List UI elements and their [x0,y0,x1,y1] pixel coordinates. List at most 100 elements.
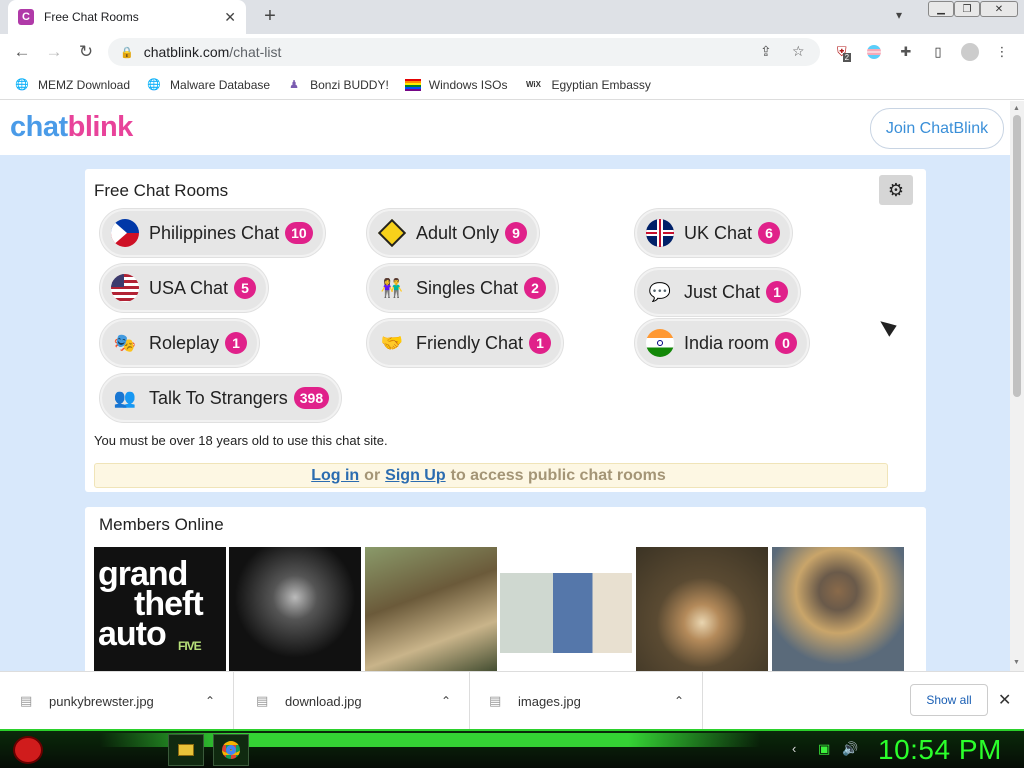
url-host: chatblink.com [143,44,230,60]
speech-bubbles-icon: 💬 [648,281,672,302]
member-avatar-gta[interactable]: grand theft auto FIVE [94,547,226,671]
tray-battery-icon[interactable]: ▣ [818,741,830,757]
restore-button[interactable]: ❐ [954,1,980,17]
image-file-icon: ▤ [489,693,502,708]
join-chatblink-button[interactable]: Join ChatBlink [870,108,1004,149]
tab-title: Free Chat Rooms [44,10,139,24]
os-taskbar: ‹ ▣ 🔊 10:54 PM [0,729,1024,768]
room-roleplay[interactable]: 🎭 Roleplay 1 [100,319,260,367]
logo-part-chat: chat [10,111,68,143]
globe-icon: 🌐 [147,79,161,91]
bookmark-malware-database[interactable]: 🌐 Malware Database [146,77,270,93]
room-philippines-chat[interactable]: Philippines Chat 10 [100,209,325,257]
room-name: UK Chat [684,222,753,243]
room-uk-chat[interactable]: UK Chat 6 [635,209,793,257]
address-bar[interactable]: 🔒 chatblink.com/chat-list ⇪ ☆ [108,38,820,66]
download-item[interactable]: ▤ download.jpg ⌃ [236,672,470,730]
bookmark-label: Windows ISOs [428,77,508,92]
shield-extension-icon[interactable]: ⛨ 2 [834,42,854,62]
close-window-button[interactable]: ✕ [980,1,1018,17]
scroll-down-icon[interactable]: ▼ [1013,659,1020,666]
bookmark-egyptian-embassy[interactable]: WiX Egyptian Embassy [523,77,651,93]
tray-volume-icon[interactable]: 🔊 [842,741,858,757]
forward-icon[interactable]: → [44,42,64,62]
room-talk-to-strangers[interactable]: 👥 Talk To Strangers 398 [100,374,342,422]
member-avatar-cat[interactable] [636,547,768,671]
tab-strip: C Free Chat Rooms ✕ + ▾ ▁ ❐ ✕ [0,0,1024,34]
bookmark-label: Malware Database [170,77,271,92]
room-india-room[interactable]: India room 0 [635,319,810,367]
download-item[interactable]: ▤ punkybrewster.jpg ⌃ [0,672,234,730]
access-text: to access public chat rooms [450,466,666,484]
bonzi-icon: ♟ [289,79,300,91]
reload-icon[interactable]: ↻ [76,42,96,62]
settings-gear-button[interactable]: ⚙ [879,175,913,205]
room-name: India room [684,332,770,353]
close-tab-icon[interactable]: ✕ [224,9,236,26]
gta-logo-five: FIVE [178,639,202,653]
profile-avatar-icon[interactable] [960,42,980,62]
room-count-badge: 1 [529,332,552,354]
download-item[interactable]: ▤ images.jpg ⌃ [469,672,703,730]
room-count-badge: 9 [505,222,528,244]
room-singles-chat[interactable]: 👫 Singles Chat 2 [367,264,559,312]
extension-badge: 2 [842,52,852,62]
member-avatar-man-striped-shirt[interactable] [500,573,632,653]
signup-link[interactable]: Sign Up [385,467,445,485]
browser-toolbar: ← → ↻ 🔒 chatblink.com/chat-list ⇪ ☆ ⛨ 2 ✚… [0,34,1024,70]
minimize-button[interactable]: ▁ [928,1,954,17]
bookmark-bonzi-buddy[interactable]: ♟ Bonzi BUDDY! [286,77,389,93]
site-header: chatblink Join ChatBlink [0,101,1010,155]
share-icon[interactable]: ⇪ [760,43,772,60]
tray-chevron-icon[interactable]: ‹ [792,741,796,756]
gta-logo-line3: auto [98,615,167,653]
india-flag-icon [646,329,674,357]
new-tab-button[interactable]: + [258,4,282,28]
close-downloads-icon[interactable]: ✕ [998,690,1011,710]
member-avatar-window-view[interactable] [365,547,497,671]
bookmark-star-icon[interactable]: ☆ [792,43,805,60]
chevron-up-icon[interactable]: ⌃ [674,694,684,708]
room-name: USA Chat [149,277,229,298]
back-icon[interactable]: ← [12,42,32,62]
show-all-button[interactable]: Show all [910,684,988,716]
browser-tab[interactable]: C Free Chat Rooms ✕ [8,0,246,34]
download-filename: images.jpg [518,693,581,709]
room-name: Adult Only [416,222,500,243]
rainbow-flag-icon [404,77,421,93]
member-avatar-man-portrait[interactable] [772,547,904,671]
start-angry-bird-icon[interactable] [8,731,48,768]
file-explorer-icon[interactable] [168,734,204,766]
page-scrollbar[interactable]: ▲ ▼ [1010,101,1024,671]
member-avatar-dark-figure[interactable] [229,547,361,671]
room-name: Singles Chat [416,277,519,298]
puzzle-extensions-icon[interactable]: ✚ [896,42,916,62]
room-usa-chat[interactable]: USA Chat 5 [100,264,269,312]
chevron-up-icon[interactable]: ⌃ [441,694,451,708]
mask-icon: 🎭 [113,332,137,353]
room-friendly-chat[interactable]: 🤝 Friendly Chat 1 [367,319,564,367]
bookmark-windows-isos[interactable]: Windows ISOs [404,77,508,93]
room-just-chat[interactable]: 💬 Just Chat 1 [635,268,801,316]
scrollbar-thumb[interactable] [1013,115,1021,397]
room-count-badge: 2 [524,277,547,299]
login-link[interactable]: Log in [311,467,359,485]
bookmark-label: Egyptian Embassy [551,77,651,92]
side-panel-icon[interactable]: ▯ [928,42,948,62]
philippines-flag-icon [111,219,139,247]
menu-kebab-icon[interactable]: ⋮ [992,42,1012,62]
taskbar-clock[interactable]: 10:54 PM [878,734,1002,766]
room-count-badge: 10 [285,222,313,244]
bookmark-memz[interactable]: 🌐 MEMZ Download [14,77,130,93]
download-filename: punkybrewster.jpg [49,693,154,709]
chatblink-logo[interactable]: chatblink [10,111,133,144]
room-name: Talk To Strangers [149,387,288,408]
trans-flag-extension-icon[interactable] [864,42,884,62]
login-prompt-bar: Log in or Sign Up to access public chat … [94,463,888,488]
tab-search-icon[interactable]: ▾ [896,8,902,22]
room-adult-only[interactable]: Adult Only 9 [367,209,540,257]
chrome-icon[interactable] [213,734,249,766]
scroll-up-icon[interactable]: ▲ [1013,105,1020,112]
url-path: /chat-list [229,44,282,60]
chevron-up-icon[interactable]: ⌃ [205,694,215,708]
